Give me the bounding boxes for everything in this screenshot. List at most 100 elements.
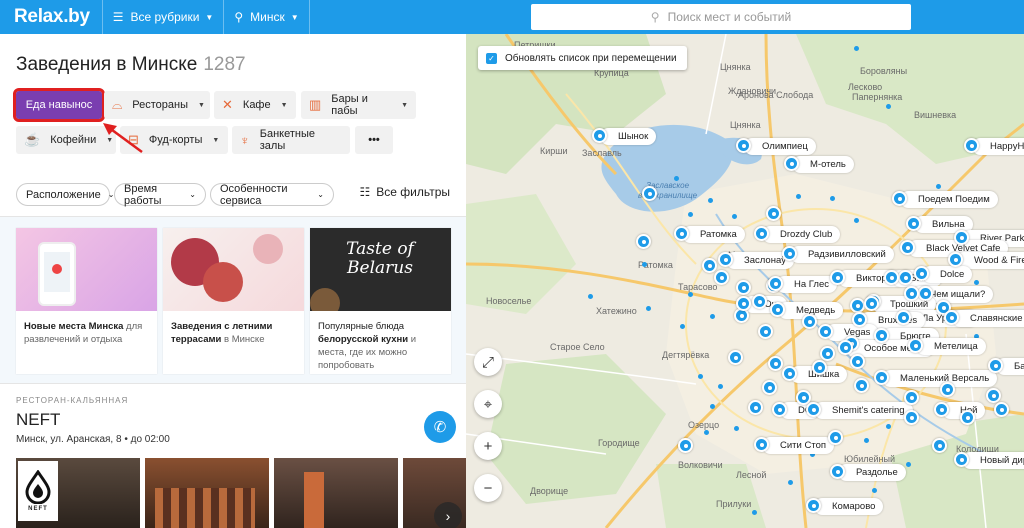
map-marker[interactable] — [768, 276, 783, 291]
map-marker-label[interactable]: Метелица — [916, 338, 986, 355]
map-marker-label[interactable]: М-отель — [792, 156, 854, 173]
map-marker[interactable] — [754, 437, 769, 452]
map-marker[interactable] — [642, 186, 657, 201]
site-logo[interactable]: Relax.by — [0, 6, 102, 28]
map-marker-label[interactable]: Комарово — [814, 498, 884, 515]
map-small-marker[interactable] — [680, 324, 685, 329]
fullscreen-button[interactable]: ⤢ — [474, 348, 502, 376]
map-marker[interactable] — [874, 328, 889, 343]
gallery-next-button[interactable]: › — [434, 502, 462, 528]
map-marker[interactable] — [736, 296, 751, 311]
filter-hours[interactable]: Время работы ⌄ — [114, 183, 206, 207]
map-marker[interactable] — [904, 286, 919, 301]
map-marker-label[interactable]: Славянские стра — [952, 310, 1024, 327]
map-marker[interactable] — [802, 314, 817, 329]
map-small-marker[interactable] — [688, 212, 693, 217]
map-marker[interactable] — [932, 438, 947, 453]
map-marker[interactable] — [864, 296, 879, 311]
map-marker-label[interactable]: Олимпиец — [744, 138, 816, 155]
category-chip-restaurants[interactable]: ⌓ Рестораны ▼ — [104, 91, 210, 119]
map-marker[interactable] — [884, 270, 899, 285]
map-small-marker[interactable] — [688, 292, 693, 297]
map-marker[interactable] — [736, 138, 751, 153]
category-chip-cafe[interactable]: ✕ Кафе ▼ — [214, 91, 296, 119]
map-small-marker[interactable] — [864, 438, 869, 443]
map-small-marker[interactable] — [906, 462, 911, 467]
map-marker[interactable] — [944, 310, 959, 325]
map-small-marker[interactable] — [886, 424, 891, 429]
map-marker[interactable] — [850, 354, 865, 369]
zoom-in-button[interactable]: + — [474, 432, 502, 460]
map-marker[interactable] — [954, 452, 969, 467]
map-marker[interactable] — [702, 258, 717, 273]
map-marker[interactable] — [918, 286, 933, 301]
restaurant-photo[interactable] — [145, 458, 269, 528]
map-small-marker[interactable] — [704, 430, 709, 435]
map-marker[interactable] — [758, 324, 773, 339]
map-marker[interactable] — [850, 298, 865, 313]
map-marker[interactable] — [754, 226, 769, 241]
rubrics-button[interactable]: ☰ Все рубрики ▼ — [101, 0, 224, 34]
category-chip-banquet[interactable]: ♆ Банкетные залы — [232, 126, 350, 154]
map-view[interactable]: ✓ Обновлять список при перемещении Петри… — [466, 34, 1024, 528]
filter-location[interactable]: Расположение ⌄ — [16, 183, 114, 206]
update-on-move-checkbox[interactable]: ✓ Обновлять список при перемещении — [478, 46, 687, 70]
map-small-marker[interactable] — [830, 196, 835, 201]
map-marker-label[interactable]: Шынок — [600, 128, 657, 145]
map-small-marker[interactable] — [710, 314, 715, 319]
map-marker[interactable] — [806, 402, 821, 417]
map-marker[interactable] — [784, 156, 799, 171]
zoom-out-button[interactable]: − — [474, 474, 502, 502]
map-marker[interactable] — [768, 356, 783, 371]
map-marker[interactable] — [960, 410, 975, 425]
map-small-marker[interactable] — [974, 280, 979, 285]
map-marker[interactable] — [728, 350, 743, 365]
map-small-marker[interactable] — [674, 176, 679, 181]
map-marker[interactable] — [766, 206, 781, 221]
map-marker[interactable] — [896, 310, 911, 325]
map-marker-label[interactable]: Drozdy Club — [762, 226, 841, 243]
map-marker[interactable] — [678, 438, 693, 453]
map-marker[interactable] — [908, 338, 923, 353]
map-marker[interactable] — [736, 280, 751, 295]
map-marker[interactable] — [838, 340, 853, 355]
map-marker[interactable] — [904, 410, 919, 425]
map-marker-label[interactable]: На Глес — [776, 276, 837, 293]
map-marker-label[interactable]: Радзивилловский — [790, 246, 894, 263]
filter-service[interactable]: Особенности сервиса ⌄ — [210, 183, 334, 207]
map-marker-label[interactable]: HappyHous — [972, 138, 1024, 155]
map-marker[interactable] — [906, 216, 921, 231]
map-marker[interactable] — [892, 191, 907, 206]
map-marker-label[interactable]: Маленький Версаль — [882, 370, 998, 387]
map-marker[interactable] — [854, 378, 869, 393]
map-marker-label[interactable]: Ратомка — [682, 226, 745, 243]
map-marker[interactable] — [914, 266, 929, 281]
map-small-marker[interactable] — [732, 214, 737, 219]
map-marker[interactable] — [904, 390, 919, 405]
call-button[interactable]: ✆ — [424, 411, 456, 443]
map-marker[interactable] — [820, 346, 835, 361]
map-marker[interactable] — [806, 498, 821, 513]
map-marker[interactable] — [874, 370, 889, 385]
collection-card-belarus-cuisine[interactable]: Taste of Belarus Популярные блюда белору… — [310, 228, 451, 374]
map-marker[interactable] — [636, 234, 651, 249]
map-small-marker[interactable] — [854, 46, 859, 51]
map-marker[interactable] — [988, 358, 1003, 373]
map-small-marker[interactable] — [886, 104, 891, 109]
map-marker-label[interactable]: Dolce — [922, 266, 973, 283]
map-marker[interactable] — [948, 252, 963, 267]
map-small-marker[interactable] — [872, 488, 877, 493]
map-marker-label[interactable]: Новый директор — [962, 452, 1024, 469]
map-small-marker[interactable] — [588, 294, 593, 299]
collection-card-new-places[interactable]: Новые места Минска для развлечений и отд… — [16, 228, 157, 374]
map-marker[interactable] — [964, 138, 979, 153]
map-marker[interactable] — [770, 302, 785, 317]
map-small-marker[interactable] — [698, 374, 703, 379]
map-small-marker[interactable] — [752, 510, 757, 515]
more-categories-button[interactable]: ••• — [355, 126, 393, 154]
search-input[interactable]: ⚲ Поиск мест и событий — [531, 4, 911, 30]
map-small-marker[interactable] — [734, 426, 739, 431]
map-small-marker[interactable] — [708, 198, 713, 203]
all-filters-button[interactable]: ☷ Все фильтры — [360, 185, 450, 199]
map-small-marker[interactable] — [710, 404, 715, 409]
